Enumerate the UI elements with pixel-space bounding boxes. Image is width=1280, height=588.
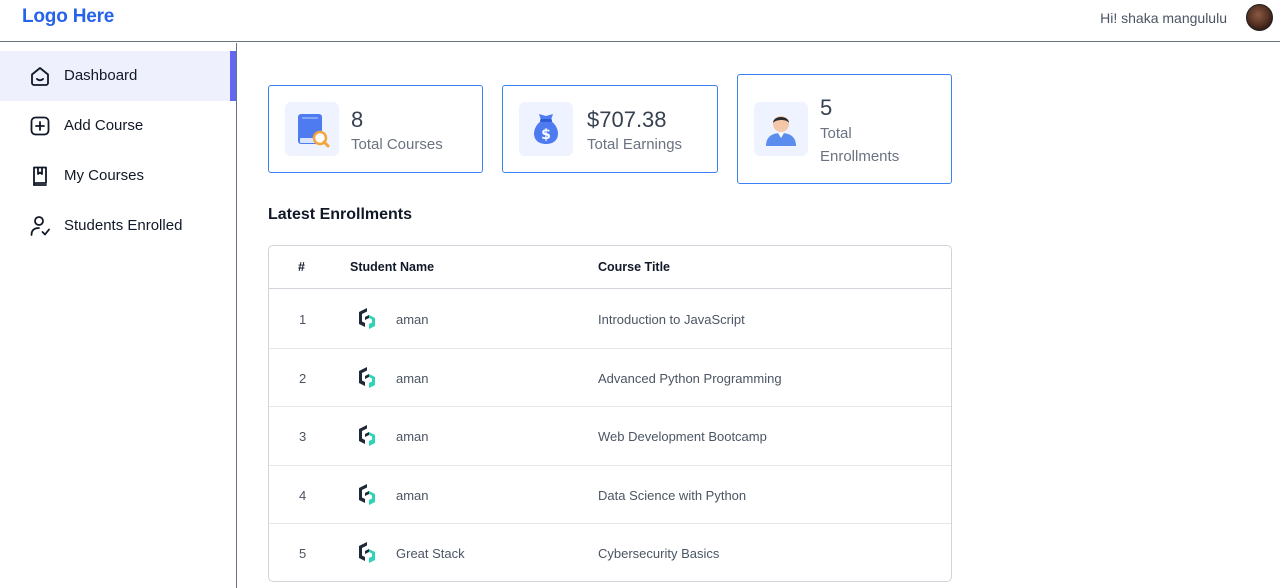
sidebar-item-dashboard[interactable]: Dashboard <box>0 51 236 101</box>
course-title: Advanced Python Programming <box>598 370 782 386</box>
stat-value: $707.38 <box>587 107 667 132</box>
sidebar: Dashboard Add Course My Courses Students… <box>0 43 237 588</box>
sidebar-item-add-course[interactable]: Add Course <box>0 101 236 151</box>
sidebar-item-label: Add Course <box>64 117 144 134</box>
student-icon <box>766 116 796 146</box>
student-thumbnail-icon <box>359 366 375 388</box>
row-number: 5 <box>299 546 307 561</box>
student-thumbnail-icon <box>359 308 375 329</box>
book-icon <box>298 114 330 148</box>
column-header-student-name: Student Name <box>350 260 435 274</box>
money-bag-icon: $ <box>534 114 558 144</box>
stat-label: Total Earnings <box>587 136 683 153</box>
course-title: Introduction to JavaScript <box>598 312 745 327</box>
column-header-number: # <box>298 260 305 274</box>
user-greeting: Hi! shaka mangululu <box>1100 10 1227 26</box>
student-name: aman <box>396 487 429 503</box>
logo[interactable]: Logo Here <box>22 6 114 28</box>
money-bag-icon-box: $ <box>519 102 573 156</box>
home-icon <box>31 67 49 86</box>
student-thumbnail-icon <box>359 542 375 563</box>
stat-value: 5 <box>820 95 833 120</box>
sidebar-item-label: My Courses <box>64 167 145 184</box>
bookmark-book-icon <box>33 166 47 186</box>
top-bar: Logo Here Hi! shaka mangululu <box>0 0 1280 42</box>
table-row[interactable]: 5 Great Stack Cybersecurity Basics <box>269 524 951 581</box>
table-header: # Student Name Course Title <box>269 246 951 289</box>
student-name: Great Stack <box>396 546 465 561</box>
row-number: 4 <box>299 487 307 503</box>
course-title: Cybersecurity Basics <box>598 546 720 561</box>
sidebar-item-label: Students Enrolled <box>64 217 183 234</box>
student-name: aman <box>396 370 429 386</box>
student-name: aman <box>396 429 429 444</box>
table-row[interactable]: 3 aman Web Development Bootcamp <box>269 407 951 466</box>
student-name: aman <box>396 312 429 327</box>
table-row[interactable]: 4 aman Data Science with Python <box>269 466 951 524</box>
sidebar-item-my-courses[interactable]: My Courses <box>0 151 236 201</box>
stat-card-total-enrollments: 5 Total Enrollments <box>737 74 952 184</box>
add-square-icon <box>30 116 50 136</box>
table-row[interactable]: 1 aman Introduction to JavaScript <box>269 290 951 349</box>
section-title: Latest Enrollments <box>268 206 413 223</box>
student-icon-box <box>754 102 808 156</box>
stat-card-total-earnings: $ $707.38 Total Earnings <box>502 85 718 173</box>
course-title: Data Science with Python <box>598 487 747 503</box>
stat-card-total-courses: 8 Total Courses <box>268 85 483 173</box>
stat-label-line1: Total <box>820 125 852 142</box>
table-row[interactable]: 2 aman Advanced Python Programming <box>269 349 951 407</box>
row-number: 3 <box>299 429 307 444</box>
student-thumbnail-icon <box>359 425 375 446</box>
svg-text:$: $ <box>541 127 551 143</box>
stat-value: 8 <box>351 107 364 132</box>
person-check-icon <box>30 216 50 236</box>
stat-label-line2: Enrollments <box>820 148 900 165</box>
enrollments-table: # Student Name Course Title 1 aman Intro… <box>268 245 952 582</box>
student-thumbnail-icon <box>359 483 375 505</box>
column-header-course-title: Course Title <box>598 260 671 274</box>
row-number: 1 <box>299 312 307 327</box>
sidebar-item-label: Dashboard <box>64 67 138 84</box>
stat-label: Total Courses <box>351 136 443 153</box>
user-avatar[interactable] <box>1246 4 1273 31</box>
row-number: 2 <box>299 370 307 386</box>
book-icon-box <box>285 102 339 156</box>
sidebar-item-students-enrolled[interactable]: Students Enrolled <box>0 201 236 251</box>
course-title: Web Development Bootcamp <box>598 429 767 444</box>
